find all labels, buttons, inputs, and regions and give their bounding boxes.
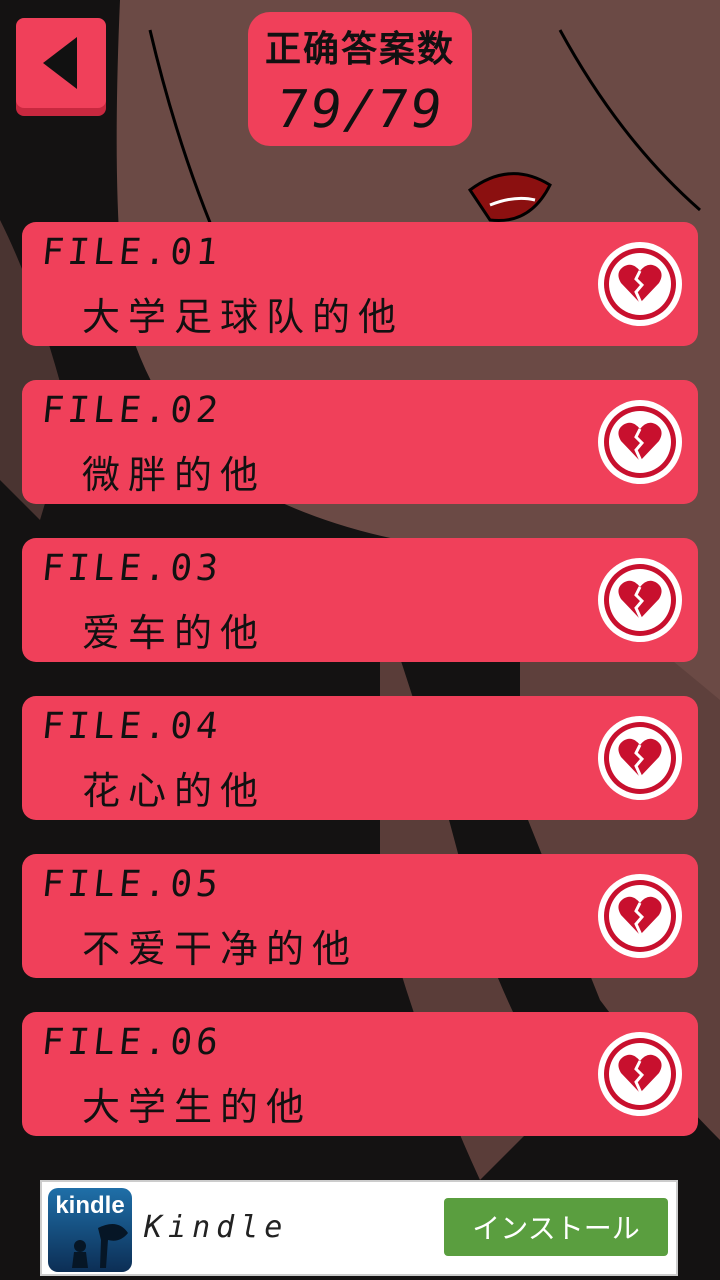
score-title: 正确答案数 bbox=[264, 29, 455, 70]
file-card-03[interactable]: FILE.03 爱车的他 bbox=[22, 538, 698, 662]
score-value: 79/79 bbox=[272, 80, 448, 140]
file-number: FILE.04 bbox=[39, 706, 224, 747]
file-card-01[interactable]: FILE.01 大学足球队的他 bbox=[22, 222, 698, 346]
status-badge bbox=[598, 400, 682, 484]
file-number: FILE.05 bbox=[39, 864, 224, 905]
file-number: FILE.02 bbox=[39, 390, 224, 431]
broken-heart-icon bbox=[618, 738, 662, 778]
ad-banner[interactable]: kindle Kindle インストール bbox=[40, 1180, 678, 1276]
ad-title: Kindle bbox=[144, 1210, 289, 1245]
broken-heart-icon bbox=[618, 264, 662, 304]
score-panel: 正确答案数 79/79 bbox=[248, 12, 472, 146]
kindle-app-icon: kindle bbox=[48, 1188, 132, 1272]
broken-heart-icon bbox=[618, 580, 662, 620]
file-number: FILE.06 bbox=[39, 1022, 224, 1063]
status-badge bbox=[598, 1032, 682, 1116]
file-card-04[interactable]: FILE.04 花心的他 bbox=[22, 696, 698, 820]
back-button[interactable] bbox=[16, 18, 106, 108]
reader-tree-icon bbox=[72, 1224, 128, 1268]
status-badge bbox=[598, 242, 682, 326]
file-number: FILE.03 bbox=[39, 548, 224, 589]
back-arrow-icon bbox=[43, 37, 77, 89]
status-badge bbox=[598, 874, 682, 958]
status-badge bbox=[598, 716, 682, 800]
file-card-02[interactable]: FILE.02 微胖的他 bbox=[22, 380, 698, 504]
file-title: 大学生的他 bbox=[82, 1085, 313, 1129]
broken-heart-icon bbox=[618, 1054, 662, 1094]
file-title: 微胖的他 bbox=[82, 453, 267, 497]
file-title: 大学足球队的他 bbox=[82, 295, 405, 339]
file-number: FILE.01 bbox=[39, 232, 224, 273]
broken-heart-icon bbox=[618, 896, 662, 936]
install-button[interactable]: インストール bbox=[444, 1198, 668, 1256]
file-title: 花心的他 bbox=[82, 769, 267, 813]
file-card-05[interactable]: FILE.05 不爱干净的他 bbox=[22, 854, 698, 978]
status-badge bbox=[598, 558, 682, 642]
file-title: 爱车的他 bbox=[82, 611, 267, 655]
file-title: 不爱干净的他 bbox=[82, 927, 359, 971]
broken-heart-icon bbox=[618, 422, 662, 462]
file-list: FILE.01 大学足球队的他 FILE.02 微胖的他 FILE.03 爱车的… bbox=[22, 222, 698, 1170]
file-card-06[interactable]: FILE.06 大学生的他 bbox=[22, 1012, 698, 1136]
